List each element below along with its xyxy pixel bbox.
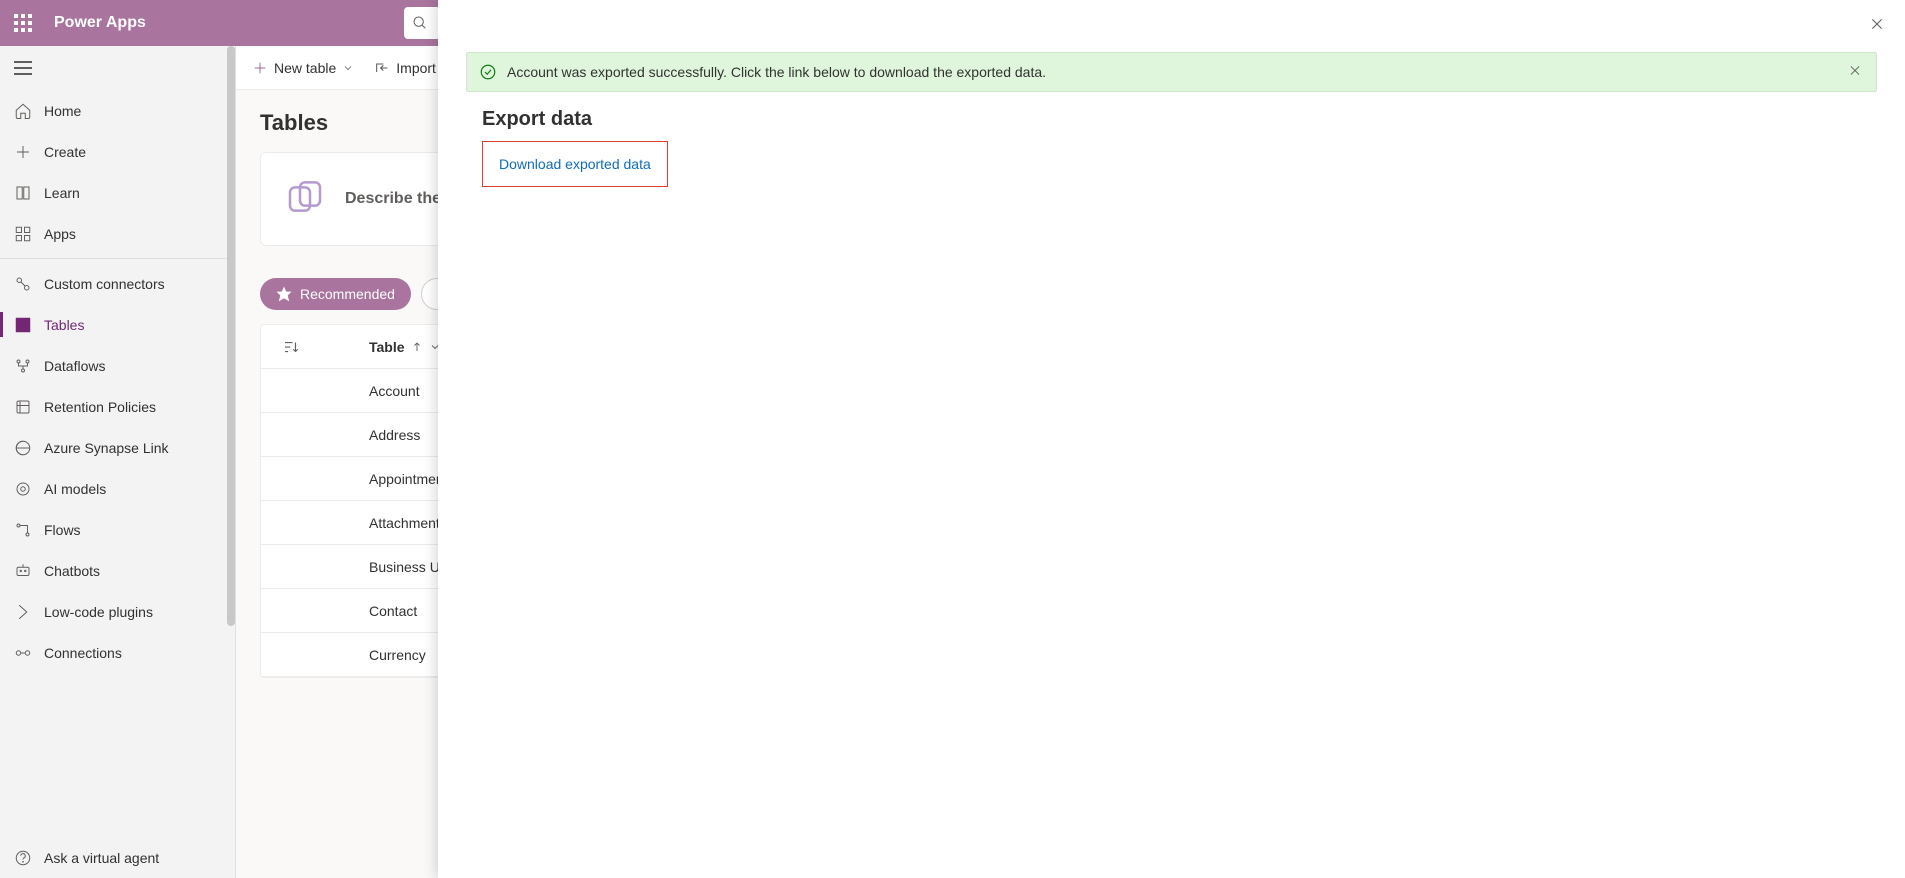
nav-item-chatbots[interactable]: Chatbots <box>0 550 235 591</box>
nav-item-connections[interactable]: Connections <box>0 632 235 673</box>
question-icon <box>14 849 32 867</box>
import-label: Import <box>396 60 436 76</box>
nav-divider <box>0 258 235 259</box>
table-cell-name: Business Unit <box>261 559 455 575</box>
nav-collapse-button[interactable] <box>0 46 235 90</box>
nav-label: AI models <box>44 481 106 497</box>
nav-item-home[interactable]: Home <box>0 90 235 131</box>
filter-recommended-pill[interactable]: Recommended <box>260 278 411 310</box>
table-cell-name: Attachment <box>261 515 440 531</box>
copilot-prompt-text: Describe the <box>345 190 441 208</box>
success-notice: Account was exported successfully. Click… <box>466 52 1877 92</box>
nav-item-apps[interactable]: Apps <box>0 213 235 254</box>
nav-item-virtual-agent[interactable]: Ask a virtual agent <box>0 837 235 878</box>
plugin-icon <box>14 603 32 621</box>
table-cell-name: Address <box>261 427 420 443</box>
nav-item-flows[interactable]: Flows <box>0 509 235 550</box>
left-nav: Home Create Learn Apps Custom connectors <box>0 46 236 878</box>
home-icon <box>14 102 32 120</box>
download-exported-data-link[interactable]: Download exported data <box>499 156 651 172</box>
synapse-icon <box>14 439 32 457</box>
column-header-table[interactable]: Table <box>321 339 441 355</box>
table-icon <box>14 316 32 334</box>
nav-label: Home <box>44 103 81 119</box>
column-header-label: Table <box>369 339 405 355</box>
nav-item-custom-connectors[interactable]: Custom connectors <box>0 263 235 304</box>
download-highlight-box: Download exported data <box>482 141 668 187</box>
chatbot-icon <box>14 562 32 580</box>
nav-label: Custom connectors <box>44 276 165 292</box>
close-icon <box>1848 64 1862 78</box>
app-brand: Power Apps <box>54 14 146 32</box>
table-cell-name: Appointment <box>261 471 448 487</box>
ai-icon <box>14 480 32 498</box>
sort-icon <box>282 338 300 356</box>
nav-label: Chatbots <box>44 563 100 579</box>
nav-label: Tables <box>44 317 84 333</box>
success-notice-text: Account was exported successfully. Click… <box>507 64 1046 80</box>
panel-title: Export data <box>482 108 1861 131</box>
nav-label: Dataflows <box>44 358 105 374</box>
plus-icon <box>14 143 32 161</box>
app-launcher-button[interactable] <box>0 0 46 46</box>
nav-item-learn[interactable]: Learn <box>0 172 235 213</box>
nav-label: Learn <box>44 185 80 201</box>
import-icon <box>374 60 390 76</box>
apps-icon <box>14 225 32 243</box>
export-data-panel: Account was exported successfully. Click… <box>438 0 1905 878</box>
retention-icon <box>14 398 32 416</box>
new-table-button[interactable]: New table <box>252 60 354 76</box>
notice-close-button[interactable] <box>1842 58 1868 87</box>
table-cell-name: Contact <box>261 603 417 619</box>
panel-close-button[interactable] <box>1863 10 1891 38</box>
nav-item-tables[interactable]: Tables <box>0 304 235 345</box>
nav-item-create[interactable]: Create <box>0 131 235 172</box>
success-icon <box>479 63 497 81</box>
nav-label: Apps <box>44 226 76 242</box>
nav-item-retention-policies[interactable]: Retention Policies <box>0 386 235 427</box>
nav-label: Connections <box>44 645 122 661</box>
connections-icon <box>14 644 32 662</box>
star-icon <box>276 286 292 302</box>
nav-label: Azure Synapse Link <box>44 440 169 456</box>
nav-label: Low-code plugins <box>44 604 153 620</box>
chevron-down-icon <box>342 62 354 74</box>
waffle-icon <box>14 14 32 32</box>
table-cell-name: Currency <box>261 647 426 663</box>
nav-scrollbar[interactable] <box>227 46 235 878</box>
nav-item-lowcode-plugins[interactable]: Low-code plugins <box>0 591 235 632</box>
plus-icon <box>252 60 268 76</box>
nav-item-dataflows[interactable]: Dataflows <box>0 345 235 386</box>
connector-icon <box>14 275 32 293</box>
import-button[interactable]: Import <box>374 60 436 76</box>
nav-label: Retention Policies <box>44 399 156 415</box>
table-cell-name: Account <box>261 383 420 399</box>
close-icon <box>1869 16 1885 32</box>
flows-icon <box>14 521 32 539</box>
nav-item-azure-synapse-link[interactable]: Azure Synapse Link <box>0 427 235 468</box>
nav-label: Flows <box>44 522 81 538</box>
sort-asc-icon <box>411 341 423 353</box>
filter-recommended-label: Recommended <box>300 286 395 302</box>
nav-label: Ask a virtual agent <box>44 850 159 866</box>
search-icon <box>412 15 428 31</box>
nav-item-ai-models[interactable]: AI models <box>0 468 235 509</box>
book-icon <box>14 184 32 202</box>
nav-label: Create <box>44 144 86 160</box>
new-table-label: New table <box>274 60 336 76</box>
copilot-icon <box>285 179 325 219</box>
dataflows-icon <box>14 357 32 375</box>
